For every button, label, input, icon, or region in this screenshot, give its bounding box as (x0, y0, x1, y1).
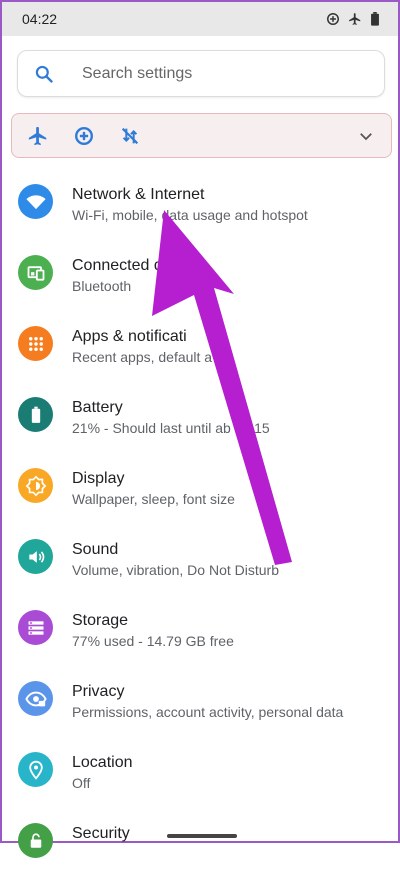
settings-item-subtitle: Recent apps, default a (72, 349, 213, 365)
data-saver-icon (327, 13, 339, 25)
location-icon-bg (18, 752, 53, 787)
search-input[interactable] (80, 63, 354, 84)
settings-item-sound[interactable]: Sound Volume, vibration, Do Not Disturb (2, 523, 398, 594)
battery-icon-bg (18, 397, 53, 432)
settings-item-title: Apps & notificati (72, 328, 187, 345)
settings-item-title: Display (72, 470, 125, 487)
settings-item-apps[interactable]: Apps & notificati Recent apps, default a (2, 310, 398, 381)
settings-item-title: Storage (72, 612, 129, 629)
data-saver-icon (75, 126, 93, 145)
network-icon-bg (18, 184, 53, 219)
settings-item-subtitle: Wi-Fi, mobile, data usage and hotspot (72, 207, 308, 223)
settings-item-battery[interactable]: Battery 21% - Should last until ab 04:15 (2, 381, 398, 452)
volume-icon (28, 550, 44, 563)
settings-item-subtitle: Bluetooth (72, 278, 132, 294)
settings-item-connected-devices[interactable]: Connected de Bluetooth (2, 239, 398, 310)
settings-item-subtitle: Permissions, account activity, personal … (72, 704, 344, 720)
mobile-data-off-icon (121, 127, 139, 144)
mobile-data-off-toggle[interactable] (118, 124, 142, 148)
data-saver-toggle[interactable] (72, 124, 96, 148)
settings-list: Network & Internet Wi-Fi, mobile, data u… (2, 168, 398, 878)
settings-item-title: Privacy (72, 683, 125, 700)
privacy-icon-bg (18, 681, 53, 716)
status-bar: 04:22 (2, 2, 398, 36)
settings-item-privacy[interactable]: Privacy Permissions, account activity, p… (2, 665, 398, 736)
chevron-down-icon[interactable] (357, 127, 375, 145)
lock-icon (30, 833, 41, 848)
gesture-nav-bar[interactable] (167, 834, 237, 838)
search-bar[interactable] (17, 50, 385, 97)
battery-status-icon (371, 12, 379, 26)
settings-item-subtitle: Wallpaper, sleep, font size (72, 491, 235, 507)
settings-item-subtitle: Off (72, 775, 91, 791)
storage-icon (28, 620, 43, 635)
status-time: 04:22 (22, 11, 58, 27)
apps-grid-icon (28, 336, 43, 351)
search-icon (35, 65, 53, 83)
airplane-icon (28, 126, 47, 145)
settings-item-display[interactable]: Display Wallpaper, sleep, font size (2, 452, 398, 523)
settings-item-title: Sound (72, 541, 119, 558)
settings-item-storage[interactable]: Storage 77% used - 14.79 GB free (2, 594, 398, 665)
location-pin-icon (28, 760, 43, 780)
settings-item-location[interactable]: Location Off (2, 736, 398, 807)
settings-item-title: Battery (72, 399, 123, 416)
quick-settings-bar (11, 113, 392, 158)
settings-item-network[interactable]: Network & Internet Wi-Fi, mobile, data u… (2, 168, 398, 239)
battery-icon (31, 406, 40, 423)
settings-item-subtitle: 77% used - 14.79 GB free (72, 633, 234, 649)
sound-icon-bg (18, 539, 53, 574)
storage-icon-bg (18, 610, 53, 645)
status-icons (326, 12, 380, 26)
settings-item-subtitle: 21% - Should last until ab 04:15 (72, 420, 270, 436)
settings-item-title: Location (72, 754, 133, 771)
settings-item-title: Security (72, 825, 130, 842)
airplane-mode-toggle[interactable] (26, 124, 50, 148)
apps-icon-bg (18, 326, 53, 361)
connected-icon-bg (18, 255, 53, 290)
settings-item-subtitle: Volume, vibration, Do Not Disturb (72, 562, 279, 578)
display-icon-bg (18, 468, 53, 503)
settings-item-title: Connected de (72, 257, 172, 274)
devices-icon (27, 265, 44, 281)
settings-item-title: Network & Internet (72, 186, 205, 203)
brightness-icon (25, 475, 46, 496)
airplane-icon (349, 13, 361, 25)
security-icon-bg (18, 823, 53, 858)
eye-icon (24, 691, 47, 706)
wifi-icon (25, 194, 46, 209)
